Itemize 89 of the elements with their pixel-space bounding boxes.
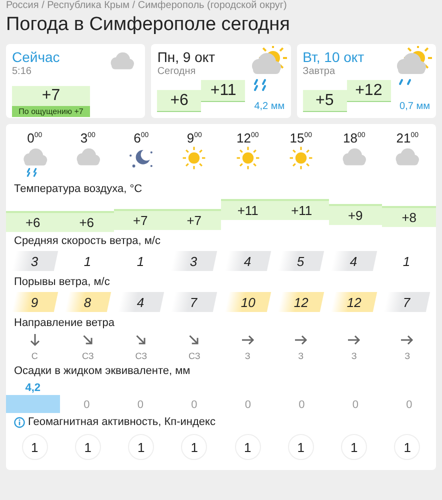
temperature-value: +7 xyxy=(167,208,221,230)
precipitation-amount: 0,7 мм xyxy=(400,101,430,112)
temperature-value: +11 xyxy=(274,199,328,220)
hour-label: 3$^{00}$ xyxy=(80,129,96,146)
page-title: Погода в Симферополе сегодня xyxy=(6,14,291,36)
hour-label: 9$^{00}$ xyxy=(186,129,202,146)
section-label: Порывы ветра, м/с xyxy=(13,275,111,290)
hour-label: 18$^{00}$ xyxy=(342,129,366,146)
temperature-value: +6 xyxy=(6,211,60,232)
feels-like-label: По ощущению +7 xyxy=(12,106,90,117)
kp-index-value: 1 xyxy=(394,434,420,460)
kp-index-value: 1 xyxy=(234,434,261,460)
current-temperature: +7 xyxy=(12,86,90,106)
precipitation-value: 0 xyxy=(137,398,144,413)
day-label: Завтра xyxy=(302,66,336,78)
arrow-icon xyxy=(347,333,362,347)
wind-gust-value: 8 xyxy=(64,292,111,312)
wind-speed-value: 4 xyxy=(331,251,378,271)
wind-gust-value: 4 xyxy=(118,292,164,312)
arrow-icon xyxy=(28,333,42,347)
arrow-icon xyxy=(240,333,255,347)
temperature-value: +6 xyxy=(60,211,114,232)
day-forecast-card[interactable]: Вт, 10 окт Завтра +5 +12 0,7 мм xyxy=(296,44,436,118)
max-temperature: +12 xyxy=(346,80,391,102)
wind-direction-label: З xyxy=(298,350,304,362)
wind-direction-label: З xyxy=(351,350,357,362)
wind-speed-value: 1 xyxy=(402,252,412,270)
section-label: Геомагнитная активность, Кп-индекс xyxy=(28,416,216,429)
day-date: Вт, 10 окт xyxy=(302,49,364,66)
wind-direction-label: С xyxy=(31,350,38,362)
wind-direction-label: СЗ xyxy=(82,350,94,362)
current-time: 5:16 xyxy=(12,66,32,78)
info-icon[interactable] xyxy=(14,417,25,428)
section-label: Температура воздуха, °C xyxy=(13,182,144,197)
min-temperature: +6 xyxy=(157,90,202,112)
section-label: Осадки в жидком эквиваленте, мм xyxy=(13,364,192,379)
temperature-value: +11 xyxy=(221,199,275,220)
hour-label: 15$^{00}$ xyxy=(290,129,312,146)
precipitation-value: 0 xyxy=(84,398,90,413)
kp-index-value: 1 xyxy=(22,434,48,460)
wind-gust-value: 10 xyxy=(224,292,271,312)
precipitation-value: 0 xyxy=(191,398,198,413)
wind-speed-value: 5 xyxy=(278,251,324,271)
wind-speed-value: 1 xyxy=(83,252,92,270)
precipitation-value: 0 xyxy=(406,398,412,413)
precipitation-value: 4,2 xyxy=(25,381,41,395)
hour-label: 0$^{00}$ xyxy=(27,129,42,146)
card-heading: Сейчас xyxy=(12,49,60,66)
max-temperature: +11 xyxy=(201,80,246,102)
precipitation-value: 0 xyxy=(244,398,251,413)
wind-gust-value: 12 xyxy=(331,292,378,312)
precipitation-amount: 4,2 мм xyxy=(254,101,285,112)
wind-direction-label: СЗ xyxy=(135,350,148,362)
arrow-icon xyxy=(400,333,414,347)
section-label: Средняя скорость ветра, м/с xyxy=(13,234,162,249)
wind-direction-label: СЗ xyxy=(188,350,200,362)
kp-index-value: 1 xyxy=(74,434,101,460)
precipitation-value: 0 xyxy=(352,398,358,413)
hour-label: 21$^{00}$ xyxy=(396,129,418,146)
wind-gust-value: 7 xyxy=(384,292,430,312)
wind-gust-value: 7 xyxy=(171,292,218,312)
hour-label: 6$^{00}$ xyxy=(134,129,149,146)
wind-gust-value: 12 xyxy=(278,292,324,312)
temperature-value: +7 xyxy=(114,208,168,230)
wind-speed-value: 4 xyxy=(224,251,271,271)
kp-index-value: 1 xyxy=(288,434,314,460)
arrow-icon xyxy=(294,333,308,347)
precipitation-bar xyxy=(6,395,60,413)
kp-index-value: 1 xyxy=(181,434,208,460)
kp-index-value: 1 xyxy=(128,434,154,460)
day-label: Сегодня xyxy=(157,66,197,78)
arrow-icon xyxy=(80,333,95,347)
wind-speed-value: 3 xyxy=(12,251,58,271)
hour-label: 12$^{00}$ xyxy=(236,129,259,146)
temperature-value: +8 xyxy=(382,206,436,228)
kp-index-value: 1 xyxy=(341,434,368,460)
arrow-icon xyxy=(134,333,148,347)
day-date: Пн, 9 окт xyxy=(157,49,216,66)
wind-speed-value: 3 xyxy=(171,251,218,271)
temperature-value: +9 xyxy=(328,204,382,225)
wind-speed-value: 1 xyxy=(136,252,146,270)
wind-gust-value: 9 xyxy=(12,292,58,312)
arrow-icon xyxy=(187,333,202,347)
wind-direction-label: З xyxy=(244,350,250,362)
section-label: Направление ветра xyxy=(13,316,116,331)
day-forecast-card[interactable]: Пн, 9 окт Сегодня +6 +11 4,2 мм xyxy=(151,44,291,118)
precipitation-value: 0 xyxy=(298,398,305,413)
wind-direction-label: З xyxy=(404,350,410,362)
min-temperature: +5 xyxy=(302,90,347,112)
